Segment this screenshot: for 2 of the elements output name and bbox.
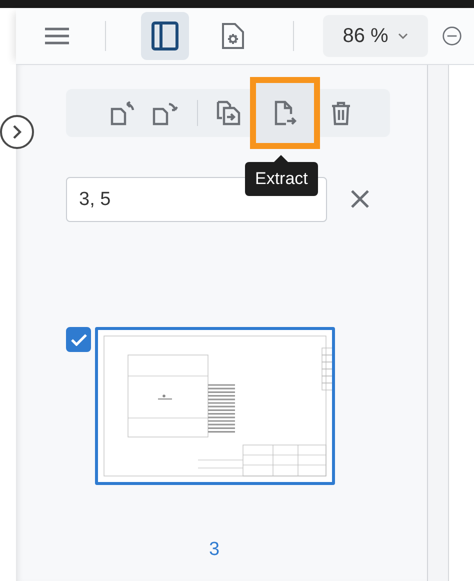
page-number: 3 (209, 539, 220, 561)
tooltip: Extract (245, 155, 318, 196)
